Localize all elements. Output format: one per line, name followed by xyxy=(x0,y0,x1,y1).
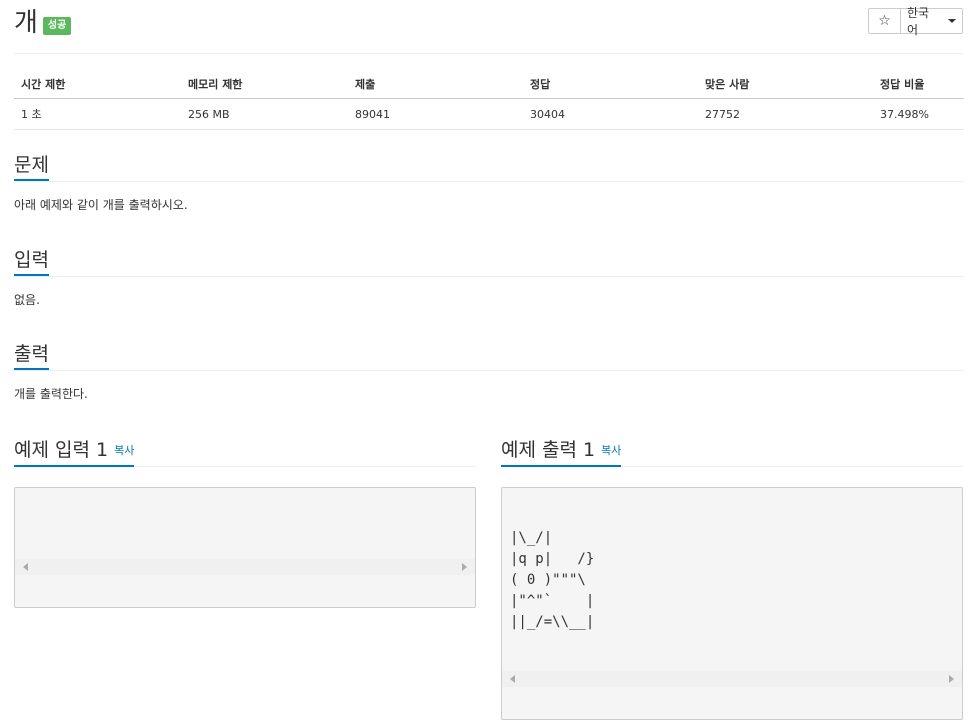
sample-input-box xyxy=(14,487,476,608)
horizontal-scrollbar[interactable] xyxy=(15,559,475,575)
output-heading: 출력 xyxy=(14,340,49,370)
star-icon: ☆ xyxy=(878,13,891,29)
info-value-row: 1 초 256 MB 89041 30404 27752 37.498% xyxy=(14,98,964,130)
chevron-down-icon xyxy=(948,19,956,23)
sample-output-box: |\_/| |q p| /} ( 0 )"""\ |"^"` | ||_/=\\… xyxy=(501,487,963,720)
problem-text: 아래 예제와 같이 개를 출력하시오. xyxy=(14,198,188,212)
info-value-submissions: 89041 xyxy=(348,98,523,130)
language-dropdown[interactable]: 한국어 xyxy=(900,6,963,37)
language-label: 한국어 xyxy=(907,6,930,37)
info-value-ratio: 37.498% xyxy=(873,98,964,130)
sample-input-heading: 예제 입력 1 복사 xyxy=(14,436,135,467)
sample-input-title: 예제 입력 1 xyxy=(14,439,109,461)
info-header-ratio: 정답 비율 xyxy=(873,70,964,99)
sample-output-heading: 예제 출력 1 복사 xyxy=(501,436,622,467)
output-section-header: 출력 xyxy=(14,340,964,371)
horizontal-scrollbar[interactable] xyxy=(502,671,962,687)
copy-input-button[interactable]: 복사 xyxy=(114,444,134,457)
sample-input-header: 예제 입력 1 복사 xyxy=(14,436,476,467)
problem-page: 개 성공 ☆ 한국어 시간 제한 메모리 제한 제출 정답 맞은 사람 정답 비… xyxy=(0,0,977,720)
scroll-right-icon[interactable] xyxy=(949,675,954,683)
input-text: 없음. xyxy=(14,293,40,307)
scroll-left-icon[interactable] xyxy=(510,675,515,683)
info-header-memory-limit: 메모리 제한 xyxy=(181,70,348,99)
problem-section: 문제 아래 예제와 같이 개를 출력하시오. xyxy=(14,151,964,213)
scroll-right-icon[interactable] xyxy=(462,563,467,571)
page-title: 개 xyxy=(14,8,38,38)
sample-output-content: |\_/| |q p| /} ( 0 )"""\ |"^"` | ||_/=\\… xyxy=(510,530,595,630)
info-header-solvers: 맞은 사람 xyxy=(698,70,873,99)
input-section-header: 입력 xyxy=(14,246,964,277)
sample-output-title: 예제 출력 1 xyxy=(501,439,596,461)
sample-input-section: 예제 입력 1 복사 xyxy=(14,436,476,608)
input-heading: 입력 xyxy=(14,246,49,276)
problem-heading: 문제 xyxy=(14,151,49,181)
input-section: 입력 없음. xyxy=(14,246,964,308)
copy-output-button[interactable]: 복사 xyxy=(601,444,621,457)
info-value-time-limit: 1 초 xyxy=(14,98,181,130)
header-divider xyxy=(14,53,963,54)
output-section: 출력 개를 출력한다. xyxy=(14,340,964,402)
info-header-row: 시간 제한 메모리 제한 제출 정답 맞은 사람 정답 비율 xyxy=(14,70,964,99)
info-header-time-limit: 시간 제한 xyxy=(14,70,181,99)
info-value-memory-limit: 256 MB xyxy=(181,98,348,130)
title-row: 개 성공 xyxy=(14,8,72,38)
scroll-left-icon[interactable] xyxy=(23,563,28,571)
top-buttons: ☆ 한국어 xyxy=(868,6,963,37)
info-value-accepted: 30404 xyxy=(523,98,698,130)
sample-input-content xyxy=(15,520,475,527)
info-header-accepted: 정답 xyxy=(523,70,698,99)
problem-section-header: 문제 xyxy=(14,151,964,182)
info-value-solvers: 27752 xyxy=(698,98,873,130)
output-text: 개를 출력한다. xyxy=(14,387,88,401)
star-button[interactable]: ☆ xyxy=(868,8,901,34)
status-badge: 성공 xyxy=(42,17,72,35)
info-header-submissions: 제출 xyxy=(348,70,523,99)
sample-output-section: 예제 출력 1 복사 |\_/| |q p| /} ( 0 )"""\ |"^"`… xyxy=(501,436,963,720)
sample-output-header: 예제 출력 1 복사 xyxy=(501,436,963,467)
problem-info-table: 시간 제한 메모리 제한 제출 정답 맞은 사람 정답 비율 1 초 256 M… xyxy=(14,70,964,130)
